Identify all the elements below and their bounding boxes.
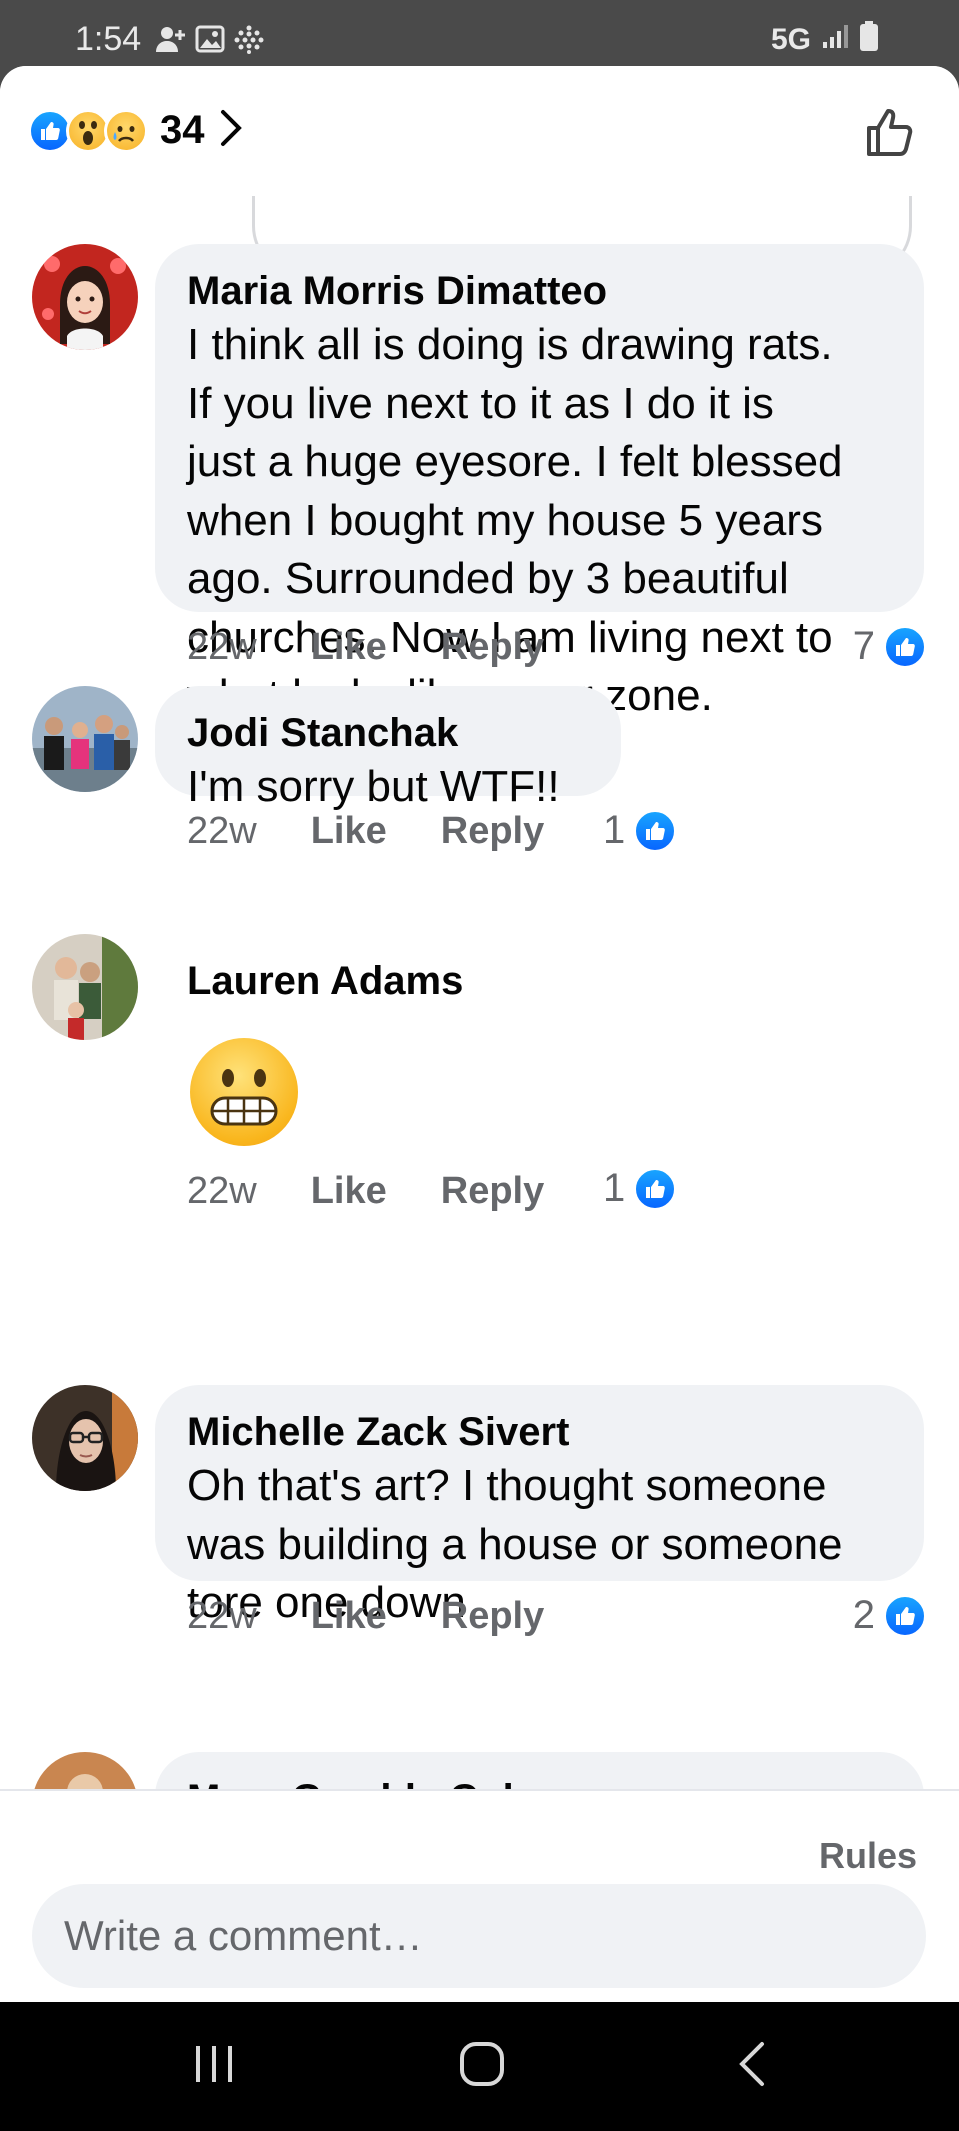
comment-bubble[interactable]: Jodi Stanchak I'm sorry but WTF!! bbox=[155, 686, 621, 811]
reply-button[interactable]: Reply bbox=[441, 1595, 544, 1638]
status-notification-icons bbox=[155, 24, 265, 59]
comment-time[interactable]: 22w bbox=[187, 810, 257, 853]
sheet-header: 34 bbox=[0, 66, 959, 196]
comment-actions: 22w Like Reply bbox=[187, 1595, 544, 1638]
system-nav-bar bbox=[0, 2002, 959, 2131]
like-button[interactable]: Like bbox=[311, 1595, 387, 1638]
comment-author[interactable]: Jodi Stanchak bbox=[187, 708, 589, 758]
back-icon bbox=[739, 2042, 764, 2086]
like-badge-icon bbox=[633, 808, 678, 853]
comment-bubble[interactable]: Michelle Zack Sivert Oh that's art? I th… bbox=[155, 1385, 924, 1627]
comment-time[interactable]: 22w bbox=[187, 1170, 257, 1213]
avatar[interactable] bbox=[32, 686, 138, 792]
reply-button[interactable]: Reply bbox=[441, 1170, 544, 1213]
avatar[interactable] bbox=[32, 1385, 138, 1491]
like-badge-icon bbox=[883, 624, 927, 669]
avatar[interactable] bbox=[32, 934, 138, 1040]
like-count-value: 1 bbox=[603, 1166, 626, 1210]
rules-link[interactable]: Rules bbox=[819, 1835, 917, 1877]
comment-input[interactable] bbox=[32, 1884, 926, 1988]
comment-like-count[interactable]: 1 bbox=[603, 1166, 678, 1211]
comment-composer: Rules bbox=[0, 1789, 959, 2002]
comment-like-count[interactable]: 7 bbox=[853, 624, 927, 669]
signal-icon bbox=[821, 22, 849, 58]
reaction-summary[interactable]: 34 bbox=[28, 108, 243, 153]
like-button[interactable]: Like bbox=[311, 626, 387, 669]
grid-dots-icon bbox=[233, 24, 265, 59]
chevron-right-icon bbox=[219, 108, 243, 153]
like-button[interactable]: Like bbox=[311, 810, 387, 853]
avatar[interactable] bbox=[32, 244, 138, 350]
comment-actions: 22w Like Reply bbox=[187, 626, 544, 669]
recent-apps-icon bbox=[196, 2046, 232, 2082]
comment-actions: 22w Like Reply bbox=[187, 810, 544, 853]
comment-time[interactable]: 22w bbox=[187, 626, 257, 669]
back-button[interactable] bbox=[736, 2040, 768, 2093]
add-person-icon bbox=[155, 24, 187, 59]
like-badge-icon bbox=[633, 1166, 678, 1211]
comment-bubble[interactable]: Maria Morris Dimatteo I think all is doi… bbox=[155, 244, 924, 720]
status-bar: 1:54 5G bbox=[0, 0, 959, 68]
like-badge-icon bbox=[883, 1593, 927, 1638]
reaction-count: 34 bbox=[160, 108, 205, 152]
comment-author[interactable]: Michelle Zack Sivert bbox=[187, 1407, 892, 1457]
status-time: 1:54 bbox=[75, 20, 142, 58]
comment-time[interactable]: 22w bbox=[187, 1595, 257, 1638]
thumbs-up-icon bbox=[867, 109, 913, 156]
like-count-value: 1 bbox=[603, 808, 626, 852]
home-button[interactable] bbox=[458, 2040, 506, 2093]
like-button[interactable]: Like bbox=[311, 1170, 387, 1213]
network-label: 5G bbox=[770, 23, 811, 56]
comment-author[interactable]: Lauren Adams bbox=[187, 956, 523, 1006]
reply-button[interactable]: Reply bbox=[441, 626, 544, 669]
like-post-button[interactable] bbox=[863, 104, 919, 165]
comment-bubble[interactable]: Lauren Adams bbox=[155, 934, 555, 1024]
like-count-value: 7 bbox=[852, 624, 875, 668]
comments-sheet: 34 Maria Morris Dimatteo I think all is … bbox=[0, 66, 959, 2002]
image-icon bbox=[195, 25, 225, 58]
like-count-value: 2 bbox=[852, 1593, 875, 1637]
grimacing-emoji-icon bbox=[190, 1038, 298, 1146]
comment-author[interactable]: Maria Morris Dimatteo bbox=[187, 266, 892, 316]
comment-actions: 22w Like Reply bbox=[187, 1170, 544, 1213]
recent-apps-button[interactable] bbox=[192, 2040, 236, 2093]
sad-reaction-icon bbox=[104, 108, 148, 153]
reply-button[interactable]: Reply bbox=[441, 810, 544, 853]
battery-icon bbox=[859, 20, 879, 60]
comment-like-count[interactable]: 2 bbox=[853, 1593, 927, 1638]
comment-like-count[interactable]: 1 bbox=[603, 808, 678, 853]
comment-text: I'm sorry but WTF!! bbox=[187, 762, 560, 811]
status-network: 5G bbox=[771, 20, 879, 60]
home-icon bbox=[460, 2042, 504, 2086]
